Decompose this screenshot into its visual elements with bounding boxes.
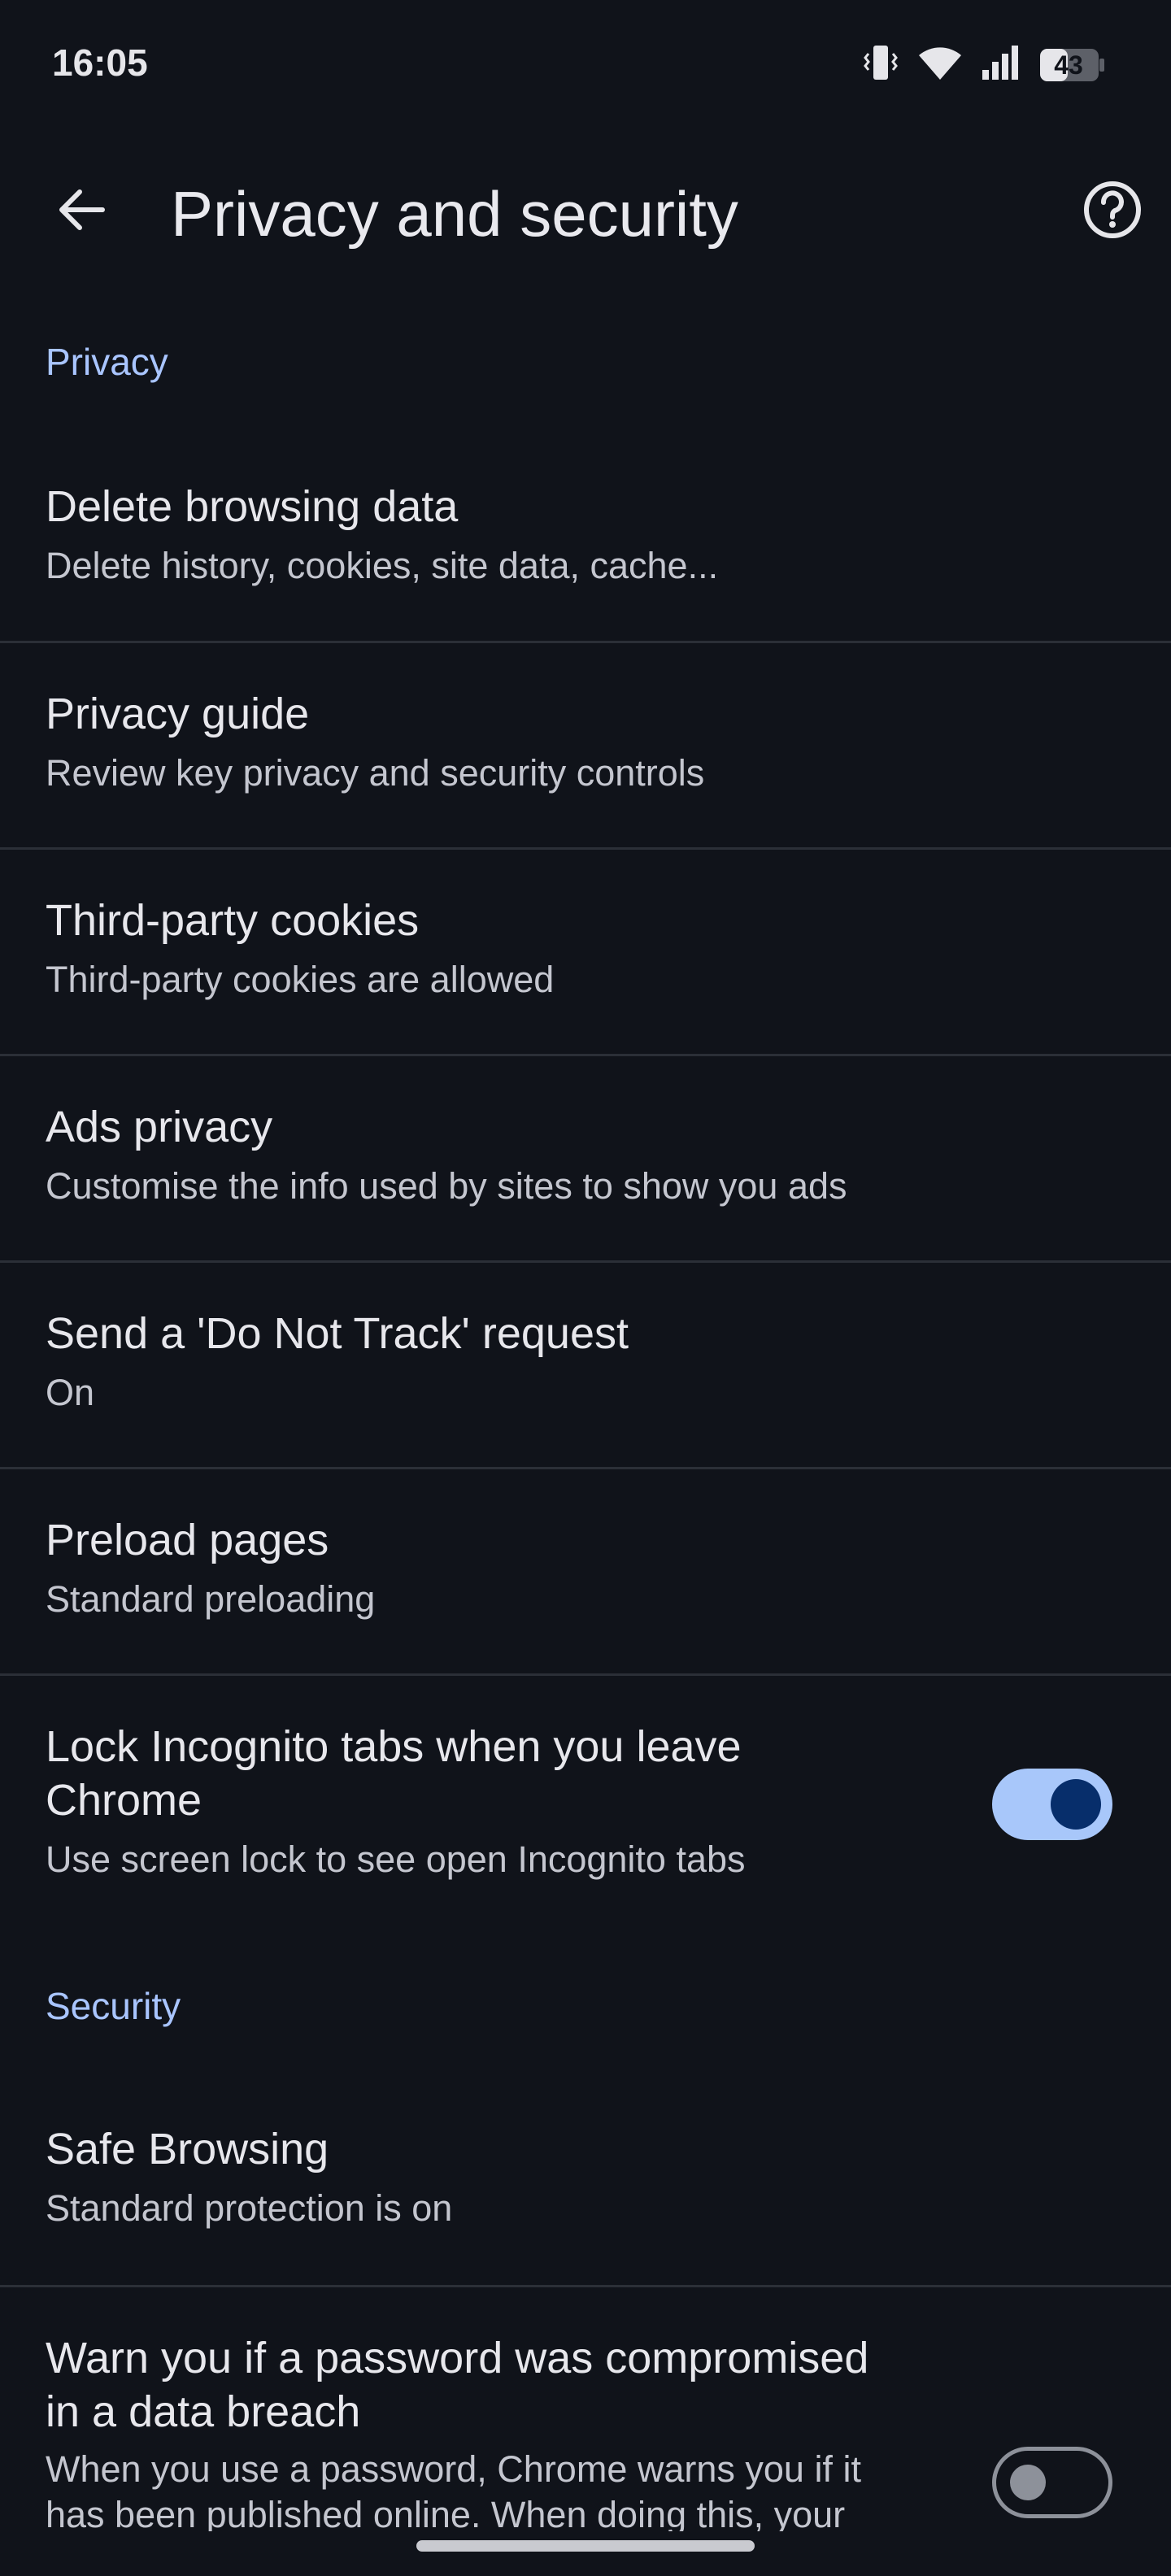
help-circle-icon xyxy=(1082,180,1143,244)
list-item-safe-browsing[interactable]: Safe Browsing Standard protection is on xyxy=(0,2082,1171,2285)
item-subtitle: Customise the info used by sites to show… xyxy=(46,1165,847,1207)
list-item-preload-pages[interactable]: Preload pages Standard preloading xyxy=(0,1469,1171,1673)
status-icons: 43 xyxy=(862,42,1106,87)
list-item-third-party-cookies[interactable]: Third-party cookies Third-party cookies … xyxy=(0,850,1171,1053)
item-title: Preload pages xyxy=(46,1516,329,1564)
vibrate-icon xyxy=(862,42,899,87)
toggle-knob xyxy=(1051,1779,1101,1830)
item-title: Privacy guide xyxy=(46,690,310,738)
item-title: Delete browsing data xyxy=(46,482,459,531)
signal-icon xyxy=(981,44,1021,85)
item-title-line2: Chrome xyxy=(46,1776,202,1825)
section-header-privacy: Privacy xyxy=(46,341,168,383)
item-title-line2: in a data breach xyxy=(46,2387,361,2436)
list-item-lock-incognito[interactable]: Lock Incognito tabs when you leave Chrom… xyxy=(0,1676,1171,1920)
toggle-knob xyxy=(1010,2465,1046,2500)
list-item-privacy-guide[interactable]: Privacy guide Review key privacy and sec… xyxy=(0,643,1171,846)
list-item-ads-privacy[interactable]: Ads privacy Customise the info used by s… xyxy=(0,1056,1171,1260)
battery-level: 43 xyxy=(1054,50,1083,80)
help-button[interactable] xyxy=(1080,179,1145,244)
list-item-do-not-track[interactable]: Send a 'Do Not Track' request On xyxy=(0,1263,1171,1466)
list-item-password-breach[interactable]: Warn you if a password was compromised i… xyxy=(0,2287,1171,2531)
lock-incognito-toggle[interactable] xyxy=(992,1769,1112,1840)
item-subtitle-line2: has been published online. When doing th… xyxy=(46,2494,846,2531)
item-subtitle: Third-party cookies are allowed xyxy=(46,959,555,1000)
item-subtitle: Standard protection is on xyxy=(46,2187,453,2229)
wifi-icon xyxy=(917,44,963,85)
item-subtitle: Use screen lock to see open Incognito ta… xyxy=(46,1838,746,1880)
arrow-left-icon xyxy=(55,184,107,240)
item-subtitle: Delete history, cookies, site data, cach… xyxy=(46,545,719,586)
back-button[interactable] xyxy=(49,179,114,244)
password-breach-toggle[interactable] xyxy=(992,2447,1112,2518)
section-header-security: Security xyxy=(46,1985,181,2027)
item-title: Send a 'Do Not Track' request xyxy=(46,1309,629,1358)
item-title-line1: Warn you if a password was compromised xyxy=(46,2334,869,2382)
status-bar: 16:05 43 xyxy=(0,0,1171,130)
page-title: Privacy and security xyxy=(171,178,738,250)
item-subtitle: On xyxy=(46,1372,95,1413)
list-item-delete-browsing-data[interactable]: Delete browsing data Delete history, coo… xyxy=(0,455,1171,641)
item-subtitle-line1: When you use a password, Chrome warns yo… xyxy=(46,2448,861,2490)
battery-icon: 43 xyxy=(1039,47,1106,83)
item-subtitle: Standard preloading xyxy=(46,1578,376,1620)
item-title: Third-party cookies xyxy=(46,896,420,945)
item-title: Ads privacy xyxy=(46,1103,273,1151)
status-time: 16:05 xyxy=(52,41,148,84)
item-title-line1: Lock Incognito tabs when you leave xyxy=(46,1722,742,1771)
item-subtitle: Review key privacy and security controls xyxy=(46,752,705,794)
item-title: Safe Browsing xyxy=(46,2125,329,2174)
app-bar: Privacy and security xyxy=(0,146,1171,276)
gesture-nav-handle[interactable] xyxy=(416,2540,755,2552)
